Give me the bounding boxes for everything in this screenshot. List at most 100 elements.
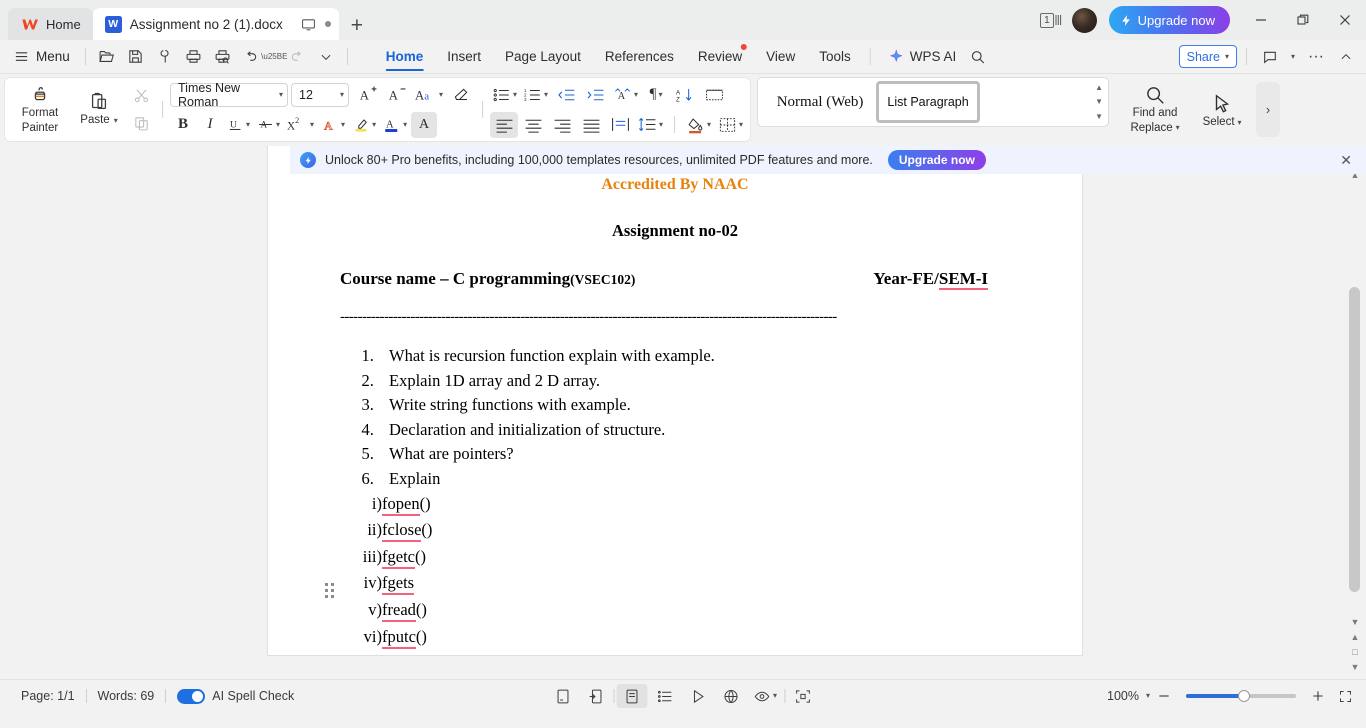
italic-button[interactable]: I — [197, 112, 223, 138]
more-options-icon[interactable]: ··· — [1302, 44, 1330, 70]
save-icon[interactable] — [122, 44, 149, 70]
table-borders-button[interactable] — [700, 82, 728, 108]
style-list-paragraph[interactable]: List Paragraph — [876, 81, 981, 123]
font-size-select[interactable]: 12 ▾ — [291, 82, 349, 107]
minimize-button[interactable] — [1240, 0, 1282, 40]
asian-layout-button[interactable]: A ▾ — [610, 82, 641, 108]
page-thumbnails-view-button[interactable] — [548, 684, 579, 708]
collapse-ribbon-icon[interactable] — [1332, 44, 1360, 70]
borders-button[interactable]: ▾ — [715, 112, 746, 138]
increase-indent-button[interactable] — [581, 82, 609, 108]
tab-document[interactable]: W Assignment no 2 (1).docx — [92, 8, 339, 40]
bold-button[interactable]: B — [170, 112, 196, 138]
scroll-bottom-icon[interactable]: ▼ — [1351, 659, 1360, 674]
page-count-indicator[interactable]: 1 — [1040, 12, 1062, 28]
change-case-button[interactable]: Aa ▾ — [412, 82, 446, 108]
user-avatar[interactable] — [1071, 7, 1097, 33]
comment-icon[interactable] — [1256, 44, 1284, 70]
zoom-out-button[interactable] — [1153, 684, 1175, 708]
strikethrough-button[interactable]: A ▾ — [254, 112, 283, 138]
wps-ai-button[interactable]: WPS AI — [878, 48, 965, 65]
paste-button[interactable]: Paste ▾ — [71, 79, 127, 140]
page-indicator[interactable]: Page: 1/1 — [10, 689, 86, 703]
ribbon-tab-insert[interactable]: Insert — [435, 40, 493, 74]
numbering-button[interactable]: 123 ▾ — [521, 82, 551, 108]
ribbon-tab-review[interactable]: Review — [686, 40, 754, 74]
read-mode-view-button[interactable]: ▾ — [749, 684, 783, 708]
new-tab-button[interactable]: + — [339, 15, 375, 40]
character-shading-button[interactable]: A — [411, 111, 438, 138]
next-page-icon[interactable]: □ — [1352, 644, 1357, 659]
ribbon-tab-view[interactable]: View — [754, 40, 807, 74]
fit-page-button[interactable] — [1332, 684, 1358, 708]
ribbon-tab-home[interactable]: Home — [374, 40, 436, 74]
justify-button[interactable] — [577, 112, 605, 138]
styles-more-icon[interactable]: ▼ — [1095, 112, 1103, 121]
ribbon-tab-tools[interactable]: Tools — [807, 40, 863, 74]
undo-dropdown-icon[interactable]: \u25BE — [261, 44, 287, 70]
decrease-indent-button[interactable] — [552, 82, 580, 108]
outline-view-button[interactable] — [650, 684, 681, 708]
bullets-button[interactable]: ▾ — [490, 82, 520, 108]
navigation-pane-view-button[interactable] — [581, 684, 612, 708]
share-button[interactable]: Share ▾ — [1178, 45, 1237, 68]
select-browse-object-icon[interactable]: ▲ — [1351, 629, 1360, 644]
shading-button[interactable]: ▾ — [683, 112, 714, 138]
ai-spell-check-toggle[interactable] — [177, 688, 206, 704]
distributed-button[interactable] — [606, 112, 634, 138]
main-menu-button[interactable]: Menu — [8, 44, 78, 70]
cut-button[interactable] — [127, 83, 155, 109]
find-and-replace-button[interactable]: Find and Replace ▾ — [1119, 79, 1191, 140]
print-icon[interactable] — [180, 44, 207, 70]
text-effects-button[interactable]: A ▾ — [318, 112, 348, 138]
highlight-button[interactable]: ▾ — [349, 112, 379, 138]
copy-button[interactable] — [127, 111, 155, 137]
format-painter-button[interactable]: Format Painter — [9, 79, 71, 140]
style-normal-web[interactable]: Normal (Web) — [764, 81, 876, 123]
open-file-icon[interactable] — [93, 44, 120, 70]
web-layout-view-button[interactable] — [716, 684, 747, 708]
function-sublist[interactable]: i) fopen() ii) fclose() iii) fgetc() iv) fg… — [340, 494, 1010, 655]
presentation-view-button[interactable] — [683, 684, 714, 708]
document-body[interactable]: “❦” (Affiliated to University of Mumbai,… — [268, 146, 1082, 655]
clear-formatting-button[interactable] — [447, 82, 475, 108]
ribbon-tab-page-layout[interactable]: Page Layout — [493, 40, 593, 74]
styles-scroll-up-icon[interactable]: ▲ — [1095, 83, 1103, 92]
ribbon-tab-references[interactable]: References — [593, 40, 686, 74]
show-marks-button[interactable]: ¶ ▾ — [642, 82, 670, 108]
question-list[interactable]: What is recursion function explain with … — [378, 346, 1010, 489]
chevron-down-icon[interactable]: ▾ — [1146, 692, 1150, 700]
align-right-button[interactable] — [548, 112, 576, 138]
zoom-in-button[interactable] — [1307, 684, 1329, 708]
paragraph-drag-handle[interactable] — [325, 583, 334, 598]
expand-ribbon-button[interactable]: › — [1256, 82, 1281, 137]
shrink-font-button[interactable]: A — [383, 82, 411, 108]
maximize-button[interactable] — [1282, 0, 1324, 40]
superscript-button[interactable]: X2 ▾ — [284, 112, 317, 138]
close-button[interactable] — [1324, 0, 1366, 40]
print-layout-view-button[interactable] — [616, 684, 648, 708]
align-center-button[interactable] — [519, 112, 547, 138]
close-icon[interactable]: ✕ — [1340, 152, 1352, 169]
previous-page-icon[interactable]: ▼ — [1351, 614, 1360, 629]
comment-dropdown-icon[interactable]: ▾ — [1286, 44, 1300, 70]
line-spacing-button[interactable]: ▾ — [635, 112, 666, 138]
zoom-slider[interactable] — [1186, 690, 1296, 702]
underline-button[interactable]: U ▾ — [224, 112, 253, 138]
monitor-icon[interactable] — [301, 17, 316, 32]
scrollbar-thumb[interactable] — [1349, 287, 1360, 592]
banner-upgrade-button[interactable]: Upgrade now — [887, 150, 986, 170]
vertical-scrollbar[interactable]: ▼━ ▲ ▼ ▲ □ ▼ — [1344, 146, 1366, 679]
font-name-select[interactable]: Times New Roman ▾ — [170, 81, 288, 109]
zoom-level-label[interactable]: 100% — [1103, 689, 1143, 703]
share-link-icon[interactable] — [151, 44, 178, 70]
customize-toolbar-icon[interactable] — [313, 44, 340, 70]
print-preview-icon[interactable] — [209, 44, 236, 70]
sort-button[interactable]: AZ — [671, 82, 699, 108]
scrollbar-track[interactable] — [1344, 182, 1366, 614]
font-color-button[interactable]: A ▾ — [380, 112, 410, 138]
tab-home[interactable]: Home — [8, 8, 93, 40]
select-button[interactable]: Select ▾ — [1191, 79, 1253, 140]
align-left-button[interactable] — [490, 111, 519, 138]
upgrade-now-button[interactable]: Upgrade now — [1108, 6, 1230, 34]
